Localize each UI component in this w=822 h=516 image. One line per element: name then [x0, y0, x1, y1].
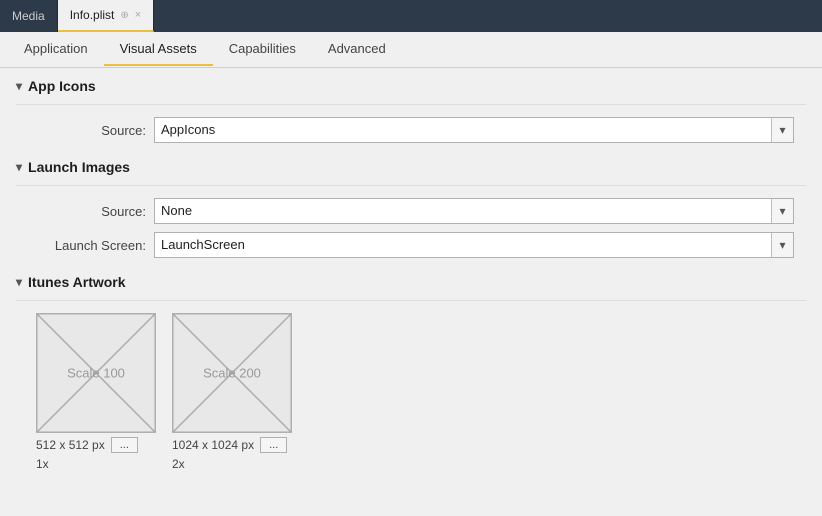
itunes-artwork-chevron: ▾	[16, 275, 22, 289]
launch-images-source-row: Source: None	[36, 198, 806, 224]
launch-images-source-select[interactable]: None	[154, 198, 794, 224]
launch-images-header[interactable]: ▾ Launch Images	[16, 159, 806, 175]
app-icons-divider	[16, 104, 806, 105]
close-icon[interactable]: ×	[135, 9, 141, 21]
artwork-size-1x: 512 x 512 px	[36, 438, 105, 452]
nav-tabs: Application Visual Assets Capabilities A…	[0, 32, 822, 68]
app-icons-chevron: ▾	[16, 79, 22, 93]
tab-media[interactable]: Media	[0, 0, 58, 32]
artwork-browse-1x[interactable]: ...	[111, 437, 138, 453]
launch-images-title: Launch Images	[28, 159, 130, 175]
app-icons-content: Source: AppIcons	[16, 117, 806, 143]
artwork-placeholder-2x-svg	[173, 314, 291, 432]
app-icons-source-label: Source:	[36, 123, 146, 138]
tab-info-plist[interactable]: Info.plist ⊕ ×	[58, 0, 155, 32]
artwork-row: Scale 100 512 x 512 px ... 1x	[16, 313, 806, 471]
launch-images-section: ▾ Launch Images Source: None Launch Scre…	[16, 159, 806, 258]
artwork-meta-1x: 512 x 512 px ...	[36, 437, 156, 453]
app-icons-source-arrow	[771, 118, 793, 142]
sections: ▾ App Icons Source: AppIcons ▾ Launch Im…	[0, 68, 822, 516]
pin-icon: ⊕	[120, 10, 128, 21]
tab-application[interactable]: Application	[8, 33, 104, 66]
title-bar: Media Info.plist ⊕ ×	[0, 0, 822, 32]
itunes-artwork-divider	[16, 300, 806, 301]
artwork-browse-2x[interactable]: ...	[260, 437, 287, 453]
artwork-meta-2x: 1024 x 1024 px ...	[172, 437, 292, 453]
tab-visual-assets[interactable]: Visual Assets	[104, 33, 213, 66]
artwork-size-2x: 1024 x 1024 px	[172, 438, 254, 452]
launch-screen-value: LaunchScreen	[155, 232, 771, 258]
launch-screen-select[interactable]: LaunchScreen	[154, 232, 794, 258]
launch-images-source-label: Source:	[36, 204, 146, 219]
tab-info-plist-label: Info.plist	[70, 8, 115, 22]
artwork-box-2x[interactable]: Scale 200	[172, 313, 292, 433]
launch-images-source-arrow	[771, 199, 793, 223]
launch-images-content: Source: None Launch Screen: LaunchScreen	[16, 198, 806, 258]
app-icons-header[interactable]: ▾ App Icons	[16, 78, 806, 94]
launch-images-source-value: None	[155, 198, 771, 224]
app-icons-section: ▾ App Icons Source: AppIcons	[16, 78, 806, 143]
content-area: Application Visual Assets Capabilities A…	[0, 32, 822, 516]
artwork-item-1x: Scale 100 512 x 512 px ... 1x	[36, 313, 156, 471]
tab-advanced[interactable]: Advanced	[312, 33, 402, 66]
launch-screen-arrow	[771, 233, 793, 257]
artwork-box-1x[interactable]: Scale 100	[36, 313, 156, 433]
itunes-artwork-title: Itunes Artwork	[28, 274, 126, 290]
artwork-scale-1x: 1x	[36, 457, 156, 471]
app-icons-title: App Icons	[28, 78, 96, 94]
artwork-scale-2x: 2x	[172, 457, 292, 471]
tab-media-label: Media	[12, 9, 45, 23]
app-icons-source-select[interactable]: AppIcons	[154, 117, 794, 143]
itunes-artwork-section: ▾ Itunes Artwork Scale 100	[16, 274, 806, 471]
artwork-placeholder-1x-svg	[37, 314, 155, 432]
launch-screen-label: Launch Screen:	[36, 238, 146, 253]
artwork-item-2x: Scale 200 1024 x 1024 px ... 2x	[172, 313, 292, 471]
app-icons-source-row: Source: AppIcons	[36, 117, 806, 143]
launch-images-chevron: ▾	[16, 160, 22, 174]
itunes-artwork-header[interactable]: ▾ Itunes Artwork	[16, 274, 806, 290]
launch-screen-row: Launch Screen: LaunchScreen	[36, 232, 806, 258]
app-icons-source-value: AppIcons	[155, 117, 771, 143]
launch-images-divider	[16, 185, 806, 186]
tab-capabilities[interactable]: Capabilities	[213, 33, 312, 66]
